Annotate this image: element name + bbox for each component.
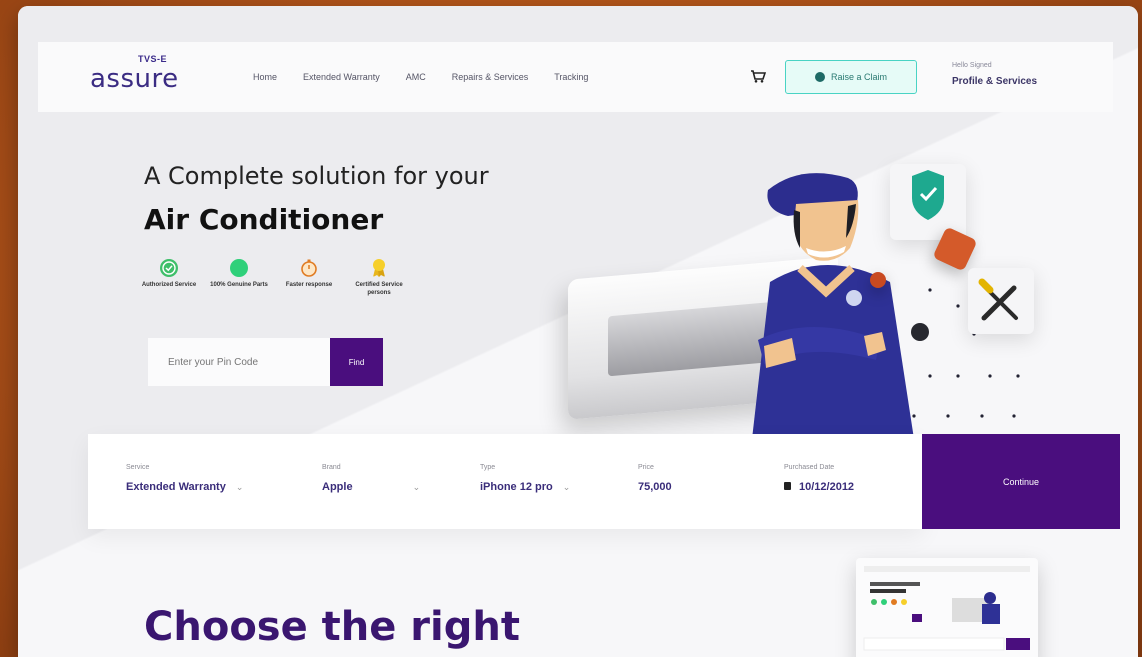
price-field-value: 75,000 (638, 481, 672, 493)
hero-line-1: A Complete solution for your (144, 162, 489, 190)
chevron-down-icon: ⌄ (562, 482, 571, 492)
shield-check-icon (912, 170, 944, 220)
logo-tvs-text: TVS-E (138, 54, 168, 64)
purchased-date-field[interactable]: Purchased Date 10/12/2012 (784, 464, 854, 493)
feature-label: 100% Genuine Parts (210, 282, 268, 288)
service-field[interactable]: Service Extended Warranty ⌄ (126, 464, 243, 493)
service-value-text: Extended Warranty (126, 481, 226, 493)
nav-item-amc[interactable]: AMC (406, 72, 426, 82)
section-heading: Choose the right (144, 604, 520, 650)
security-card (890, 164, 966, 240)
feature-faster-response: Faster response (276, 258, 342, 297)
pin-code-input[interactable] (148, 338, 330, 386)
greeting-text: Hello Signed (952, 62, 992, 69)
claim-icon (814, 72, 825, 82)
type-field-value: iPhone 12 pro ⌄ (480, 481, 570, 493)
purchased-date-value: 10/12/2012 (784, 481, 854, 493)
award-ribbon-icon (373, 259, 385, 277)
wrench-screwdriver-icon (978, 278, 1018, 321)
price-field[interactable]: Price 75,000 (638, 464, 672, 493)
type-value-text: iPhone 12 pro (480, 481, 553, 493)
nav-item-extended-warranty[interactable]: Extended Warranty (303, 72, 380, 82)
nav-item-tracking[interactable]: Tracking (554, 72, 588, 82)
service-selection-bar: Service Extended Warranty ⌄ Brand Apple ⌄ … (88, 434, 923, 529)
page-preview-thumbnail (856, 558, 1038, 657)
preview-illustration (863, 566, 1030, 651)
find-button[interactable]: Find (330, 338, 383, 386)
tools-card (968, 268, 1034, 334)
service-field-value: Extended Warranty ⌄ (126, 481, 243, 493)
feature-label: Faster response (285, 282, 333, 288)
hero-line-2: Air Conditioner (144, 203, 384, 236)
browser-window: TVS-E assure Home Extended Warranty AMC … (18, 6, 1138, 657)
purchased-date-text: 10/12/2012 (799, 481, 855, 493)
feature-list: Authorized Service 100% Genuine Parts Fa… (136, 258, 416, 297)
chevron-down-icon: ⌄ (412, 482, 421, 492)
logo-wordmark: assure (90, 64, 179, 94)
raise-claim-button[interactable]: Raise a Claim (785, 60, 917, 94)
feature-authorized-service: Authorized Service (136, 258, 202, 297)
calendar-icon (784, 482, 791, 490)
feature-certified-persons: Certified Service persons (346, 258, 412, 297)
feature-label: Authorized Service (141, 282, 197, 288)
check-circle-icon (160, 259, 178, 277)
cart-icon[interactable] (750, 69, 766, 83)
top-navigation: TVS-E assure Home Extended Warranty AMC … (38, 42, 1113, 112)
purchased-date-label: Purchased Date (784, 464, 835, 471)
continue-button[interactable]: Continue (922, 434, 1120, 529)
main-menu: Home Extended Warranty AMC Repairs & Ser… (253, 72, 614, 82)
type-field-label: Type (480, 464, 496, 471)
stopwatch-icon (301, 259, 317, 277)
type-field[interactable]: Type iPhone 12 pro ⌄ (480, 464, 570, 493)
profile-services-link[interactable]: Profile & Services (952, 76, 1037, 87)
price-field-label: Price (638, 464, 654, 471)
nav-item-home[interactable]: Home (253, 72, 277, 82)
brand-field[interactable]: Brand Apple ⌄ (322, 464, 420, 493)
brand-field-label: Brand (322, 464, 341, 471)
brand-value-text: Apple (322, 481, 353, 493)
service-field-label: Service (126, 464, 150, 471)
brand-logo[interactable]: TVS-E assure (90, 54, 180, 94)
brand-field-value: Apple ⌄ (322, 481, 420, 493)
raise-claim-label: Raise a Claim (830, 72, 888, 82)
genuine-badge-icon (230, 259, 248, 277)
decorative-cube-small (870, 272, 886, 288)
feature-label: Certified Service persons (355, 282, 403, 296)
nav-item-repairs[interactable]: Repairs & Services (452, 72, 529, 82)
feature-genuine-parts: 100% Genuine Parts (206, 258, 272, 297)
chevron-down-icon: ⌄ (235, 482, 244, 492)
